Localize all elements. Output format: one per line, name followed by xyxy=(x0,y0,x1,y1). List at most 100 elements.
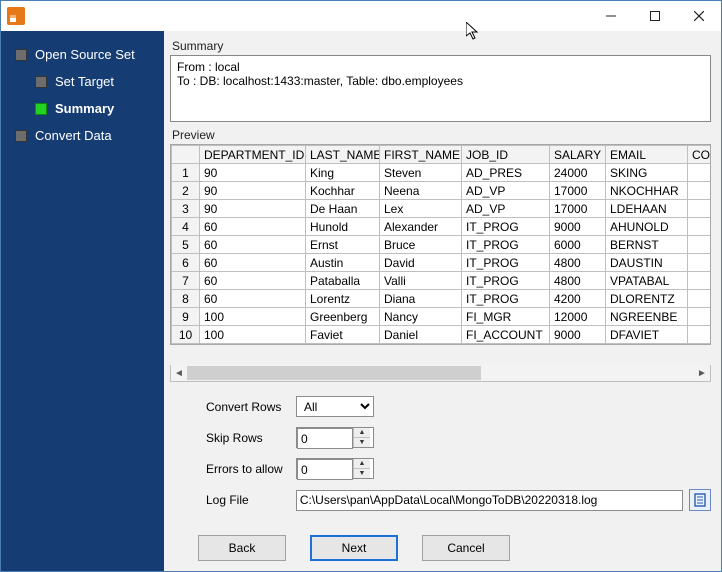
errors-stepper[interactable]: ▲▼ xyxy=(296,458,374,479)
cell[interactable]: Ernst xyxy=(306,236,380,254)
cell[interactable]: David xyxy=(380,254,462,272)
cell[interactable]: BERNST xyxy=(606,236,688,254)
cell[interactable]: DLORENTZ xyxy=(606,290,688,308)
column-header[interactable]: FIRST_NAME xyxy=(380,146,462,164)
spin-up-icon[interactable]: ▲ xyxy=(354,459,370,469)
wizard-step[interactable]: Summary xyxy=(1,95,164,122)
table-row[interactable]: 10100FavietDanielFI_ACCOUNT9000DFAVIET xyxy=(172,326,712,344)
table-row[interactable]: 460HunoldAlexanderIT_PROG9000AHUNOLD xyxy=(172,218,712,236)
cell[interactable]: Pataballa xyxy=(306,272,380,290)
wizard-step[interactable]: Convert Data xyxy=(1,122,164,149)
cell[interactable]: 100 xyxy=(200,326,306,344)
cell[interactable]: King xyxy=(306,164,380,182)
cell[interactable]: Faviet xyxy=(306,326,380,344)
cell[interactable]: Hunold xyxy=(306,218,380,236)
scroll-right-icon[interactable]: ► xyxy=(694,365,710,381)
cell[interactable]: De Haan xyxy=(306,200,380,218)
column-header[interactable]: LAST_NAME xyxy=(306,146,380,164)
table-row[interactable]: 660AustinDavidIT_PROG4800DAUSTIN xyxy=(172,254,712,272)
cell[interactable]: 9000 xyxy=(550,218,606,236)
cell[interactable]: VPATABAL xyxy=(606,272,688,290)
spin-up-icon[interactable]: ▲ xyxy=(354,428,370,438)
column-header[interactable]: EMAIL xyxy=(606,146,688,164)
logfile-input[interactable] xyxy=(296,490,683,511)
cell[interactable]: Diana xyxy=(380,290,462,308)
cell[interactable]: 60 xyxy=(200,290,306,308)
cell[interactable] xyxy=(688,236,712,254)
browse-log-button[interactable] xyxy=(689,489,711,511)
column-header[interactable]: SALARY xyxy=(550,146,606,164)
next-button[interactable]: Next xyxy=(310,535,398,561)
cell[interactable]: AD_VP xyxy=(462,182,550,200)
cell[interactable]: Nancy xyxy=(380,308,462,326)
cell[interactable]: 90 xyxy=(200,200,306,218)
cell[interactable]: 60 xyxy=(200,254,306,272)
cell[interactable]: IT_PROG xyxy=(462,272,550,290)
table-row[interactable]: 390De HaanLexAD_VP17000LDEHAAN xyxy=(172,200,712,218)
cell[interactable]: Austin xyxy=(306,254,380,272)
scroll-left-icon[interactable]: ◄ xyxy=(171,365,187,381)
table-row[interactable]: 9100GreenbergNancyFI_MGR12000NGREENBE xyxy=(172,308,712,326)
cell[interactable]: AD_VP xyxy=(462,200,550,218)
cell[interactable]: Alexander xyxy=(380,218,462,236)
cell[interactable] xyxy=(688,272,712,290)
cell[interactable] xyxy=(688,218,712,236)
errors-input[interactable] xyxy=(297,459,353,480)
cell[interactable]: 100 xyxy=(200,308,306,326)
cell[interactable]: SKING xyxy=(606,164,688,182)
table-row[interactable]: 760PataballaValliIT_PROG4800VPATABAL xyxy=(172,272,712,290)
column-header[interactable]: JOB_ID xyxy=(462,146,550,164)
minimize-button[interactable] xyxy=(589,1,633,31)
cell[interactable]: AD_PRES xyxy=(462,164,550,182)
cell[interactable]: DFAVIET xyxy=(606,326,688,344)
cell[interactable]: 60 xyxy=(200,218,306,236)
cell[interactable]: Lex xyxy=(380,200,462,218)
column-header[interactable]: COMMIS xyxy=(688,146,712,164)
cell[interactable]: 90 xyxy=(200,182,306,200)
cell[interactable] xyxy=(688,254,712,272)
wizard-step[interactable]: Open Source Set xyxy=(1,41,164,68)
close-button[interactable] xyxy=(677,1,721,31)
scrollbar-thumb[interactable] xyxy=(187,366,481,380)
cell[interactable] xyxy=(688,326,712,344)
cell[interactable]: 60 xyxy=(200,272,306,290)
cell[interactable]: 12000 xyxy=(550,308,606,326)
cell[interactable]: 9000 xyxy=(550,326,606,344)
column-header[interactable]: DEPARTMENT_ID xyxy=(200,146,306,164)
table-row[interactable]: 190KingStevenAD_PRES24000SKING xyxy=(172,164,712,182)
skip-rows-stepper[interactable]: ▲▼ xyxy=(296,427,374,448)
cell[interactable]: NKOCHHAR xyxy=(606,182,688,200)
cell[interactable]: AHUNOLD xyxy=(606,218,688,236)
cell[interactable]: Kochhar xyxy=(306,182,380,200)
cell[interactable] xyxy=(688,164,712,182)
cell[interactable]: Lorentz xyxy=(306,290,380,308)
skip-rows-input[interactable] xyxy=(297,428,353,449)
cell[interactable]: 6000 xyxy=(550,236,606,254)
cell[interactable]: Daniel xyxy=(380,326,462,344)
cell[interactable]: LDEHAAN xyxy=(606,200,688,218)
cell[interactable]: 4800 xyxy=(550,272,606,290)
table-row[interactable]: 290KochharNeenaAD_VP17000NKOCHHAR xyxy=(172,182,712,200)
cell[interactable]: IT_PROG xyxy=(462,218,550,236)
cell[interactable] xyxy=(688,200,712,218)
cell[interactable]: 60 xyxy=(200,236,306,254)
back-button[interactable]: Back xyxy=(198,535,286,561)
cell[interactable] xyxy=(688,308,712,326)
preview-grid[interactable]: DEPARTMENT_IDLAST_NAMEFIRST_NAMEJOB_IDSA… xyxy=(170,144,711,345)
cell[interactable]: IT_PROG xyxy=(462,236,550,254)
wizard-step[interactable]: Set Target xyxy=(1,68,164,95)
cell[interactable]: 17000 xyxy=(550,200,606,218)
table-row[interactable]: 860LorentzDianaIT_PROG4200DLORENTZ xyxy=(172,290,712,308)
spin-down-icon[interactable]: ▼ xyxy=(354,469,370,478)
cell[interactable]: 4200 xyxy=(550,290,606,308)
table-row[interactable]: 560ErnstBruceIT_PROG6000BERNST xyxy=(172,236,712,254)
spin-down-icon[interactable]: ▼ xyxy=(354,438,370,447)
cell[interactable] xyxy=(688,182,712,200)
cell[interactable]: Steven xyxy=(380,164,462,182)
cell[interactable]: FI_ACCOUNT xyxy=(462,326,550,344)
cell[interactable]: 24000 xyxy=(550,164,606,182)
cell[interactable]: DAUSTIN xyxy=(606,254,688,272)
convert-rows-select[interactable]: All xyxy=(296,396,374,417)
cell[interactable]: Valli xyxy=(380,272,462,290)
cell[interactable]: Neena xyxy=(380,182,462,200)
